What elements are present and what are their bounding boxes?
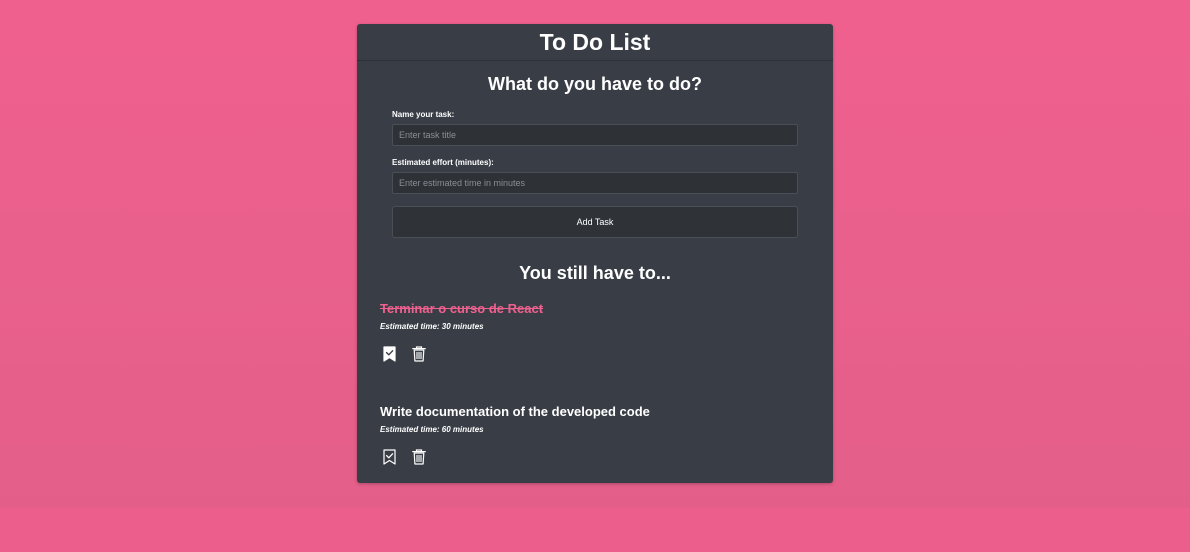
add-task-form: Name your task: Estimated effort (minute… <box>357 109 833 238</box>
task-title: Write documentation of the developed cod… <box>380 404 650 419</box>
bookmark-check-filled-icon[interactable] <box>380 345 398 363</box>
app-title: To Do List <box>357 24 833 61</box>
task-estimate: Estimated time: 30 minutes <box>380 322 484 331</box>
todo-card: To Do List What do you have to do? Name … <box>357 24 833 483</box>
bookmark-check-outline-icon[interactable] <box>380 448 398 466</box>
task-actions <box>380 345 810 363</box>
trash-icon[interactable] <box>410 345 428 363</box>
trash-icon[interactable] <box>410 448 428 466</box>
task-name-label: Name your task: <box>392 110 455 119</box>
task-item: Terminar o curso de React Estimated time… <box>380 300 810 363</box>
task-name-input[interactable] <box>392 124 798 146</box>
add-task-button[interactable]: Add Task <box>392 206 798 238</box>
task-list-heading: You still have to... <box>519 263 671 283</box>
task-item: Write documentation of the developed cod… <box>380 403 810 466</box>
task-estimate: Estimated time: 60 minutes <box>380 425 484 434</box>
form-heading: What do you have to do? <box>488 74 702 94</box>
effort-input[interactable] <box>392 172 798 194</box>
effort-label: Estimated effort (minutes): <box>392 158 494 167</box>
page-background-footer <box>0 508 1190 552</box>
task-actions <box>380 448 810 466</box>
task-title: Terminar o curso de React <box>380 301 544 316</box>
